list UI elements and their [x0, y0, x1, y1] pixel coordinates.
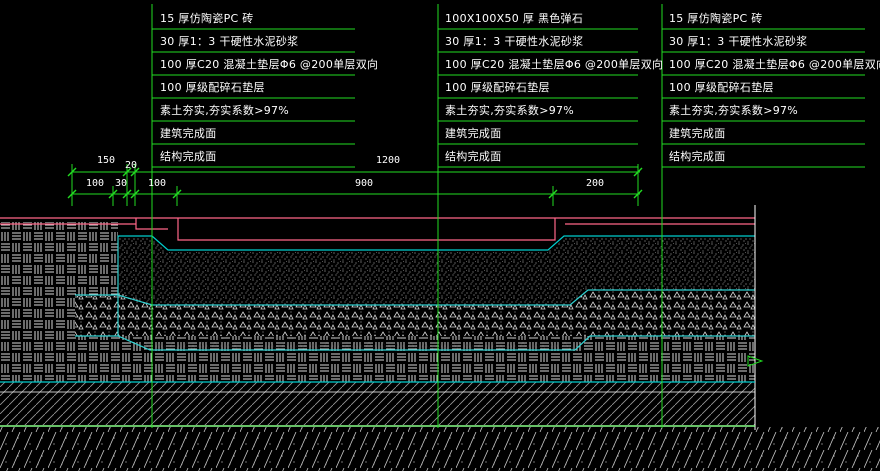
dim-bottom-100b: 100: [148, 178, 167, 189]
callout-line: 素土夯实,夯实系数>97%: [445, 104, 575, 117]
dim-top-1200: 1200: [376, 155, 401, 166]
callout-line: 100X100X50 厚 黑色弹石: [445, 12, 584, 25]
callout-line: 30 厚1：3 干硬性水泥砂浆: [160, 35, 299, 48]
callout-line: 100 厚级配碎石垫层: [445, 81, 550, 94]
dim-top-20: 20: [125, 160, 138, 171]
callout-line: 30 厚1：3 干硬性水泥砂浆: [669, 35, 808, 48]
callout-line: 建筑完成面: [160, 127, 217, 140]
callout-line: 结构完成面: [669, 150, 726, 163]
callout-line: 100 厚C20 混凝土垫层Φ6 @200单层双向: [669, 58, 880, 71]
dim-bottom-900: 900: [355, 178, 374, 189]
dim-bottom-30: 30: [115, 178, 128, 189]
dim-bottom-100a: 100: [86, 178, 105, 189]
callout-line: 素土夯实,夯实系数>97%: [160, 104, 290, 117]
callout-line: 结构完成面: [160, 150, 217, 163]
earth-fill: [0, 427, 880, 471]
callout-line: 建筑完成面: [445, 127, 502, 140]
callout-line: 100 厚级配碎石垫层: [669, 81, 774, 94]
callout-line: 15 厚仿陶瓷PC 砖: [160, 12, 254, 25]
callout-line: 100 厚级配碎石垫层: [160, 81, 265, 94]
callout-line: 30 厚1：3 干硬性水泥砂浆: [445, 35, 584, 48]
dim-top-150: 150: [97, 155, 116, 166]
finished-surface-band: [0, 382, 755, 425]
weave-ground-left: [0, 222, 118, 292]
callout-rules: [152, 28, 865, 168]
callout-line: 结构完成面: [445, 150, 502, 163]
callout-line: 素土夯实,夯实系数>97%: [669, 104, 799, 117]
construction-layers: [0, 222, 880, 471]
callout-line: 15 厚仿陶瓷PC 砖: [669, 12, 763, 25]
callout-line: 100 厚C20 混凝土垫层Φ6 @200单层双向: [445, 58, 664, 71]
callout-line: 100 厚C20 混凝土垫层Φ6 @200单层双向: [160, 58, 379, 71]
dim-bottom-200: 200: [586, 178, 605, 189]
soil-bottom-band: [0, 336, 755, 382]
callout-line: 建筑完成面: [669, 127, 726, 140]
